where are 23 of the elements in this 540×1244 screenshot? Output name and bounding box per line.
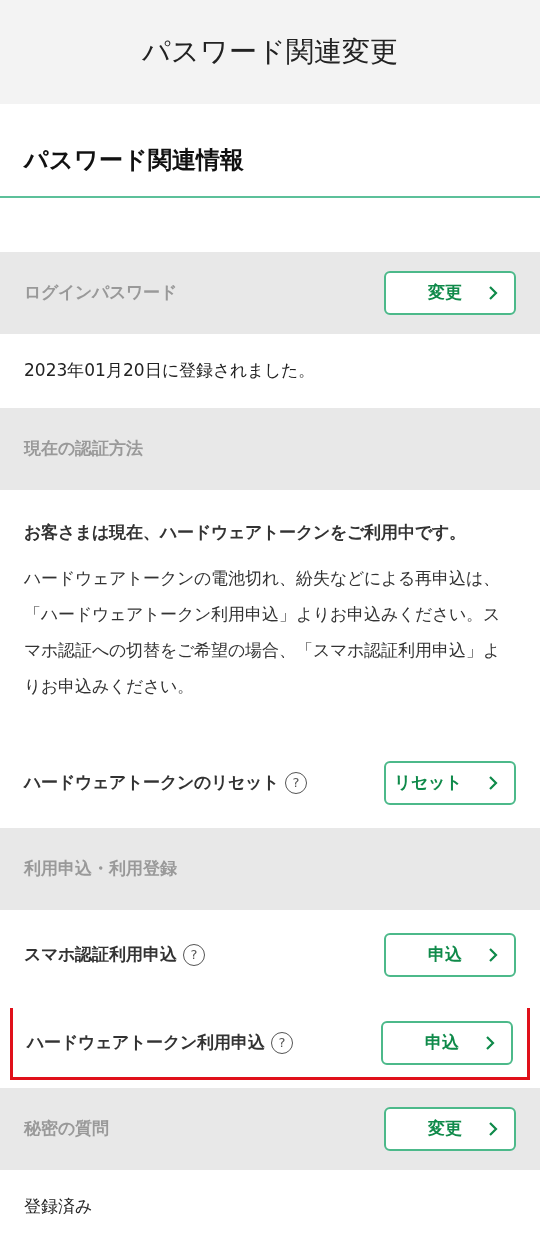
section-label: 現在の認証方法 — [24, 437, 143, 461]
row-label: ハードウェアトークンのリセット — [24, 771, 279, 795]
section-title: パスワード関連情報 — [24, 145, 245, 176]
page-title: パスワード関連変更 — [142, 34, 398, 70]
section-label: 秘密の質問 — [24, 1117, 109, 1141]
section-label: 利用申込・利用登録 — [24, 857, 177, 881]
chevron-right-icon — [488, 775, 498, 791]
chevron-right-icon — [488, 285, 498, 301]
body-text: 登録済み — [24, 1195, 92, 1219]
chevron-right-icon — [488, 947, 498, 963]
description-text: ハードウェアトークンの電池切れ、紛失などによる再申込は、「ハードウェアトークン利用申込」よりお申込みください。スマホ認証への切替をご希望の場合、「スマホ認証利用申込」よりお申込みください。 — [24, 567, 501, 698]
row-label: スマホ認証利用申込 — [24, 943, 177, 967]
chevron-right-icon — [485, 1034, 495, 1051]
action-button[interactable]: 申込 — [381, 1020, 513, 1065]
action-button[interactable]: リセット — [384, 761, 516, 805]
action-button[interactable]: 申込 — [384, 933, 516, 977]
chevron-right-icon — [488, 1121, 498, 1137]
row-label: ハードウェアトークン利用申込 — [27, 1030, 265, 1054]
section-label: ログインパスワード — [24, 281, 177, 305]
status-text: お客さまは現在、ハードウェアトークンをご利用中です。 — [24, 521, 467, 544]
body-text: 2023年01月20日に登録されました。 — [24, 359, 315, 383]
action-button[interactable]: 変更 — [384, 1107, 516, 1151]
action-button[interactable]: 変更 — [384, 271, 516, 315]
